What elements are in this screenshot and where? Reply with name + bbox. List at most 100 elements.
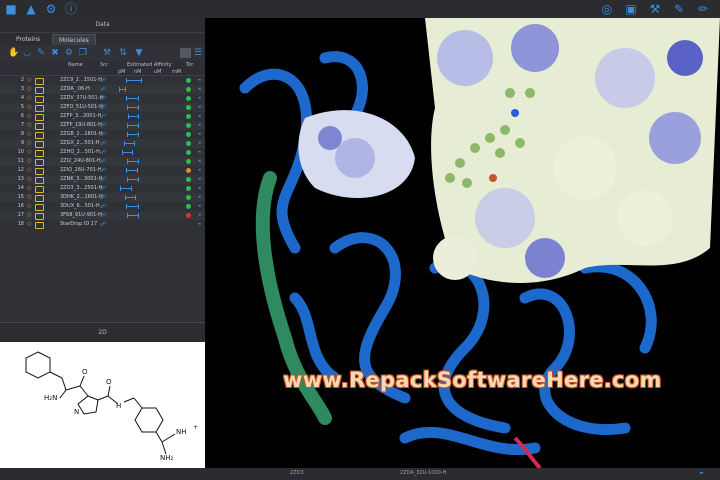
tab-proteins[interactable]: Proteins: [10, 34, 46, 45]
comment-icon[interactable]: [35, 168, 44, 175]
col-name[interactable]: Name: [68, 62, 83, 68]
comment-icon[interactable]: [35, 150, 44, 157]
hand-icon[interactable]: ✋: [8, 48, 19, 58]
comment-icon[interactable]: [35, 222, 44, 229]
col-affinity[interactable]: Estimated Affinity: [127, 62, 172, 68]
source-icon[interactable]: ☍: [100, 139, 106, 148]
star-icon[interactable]: ☆: [26, 139, 32, 148]
source-icon[interactable]: ☍: [100, 193, 106, 202]
col-tor[interactable]: Tor: [186, 62, 193, 68]
source-icon[interactable]: ☍: [100, 157, 106, 166]
table-row[interactable]: 12 ☆ 2ZIQ_26U-701-H ☍ ◂: [0, 166, 205, 175]
comment-icon[interactable]: [35, 141, 44, 148]
filter-icon[interactable]: ▼: [134, 48, 144, 58]
star-icon[interactable]: ☆: [26, 157, 32, 166]
comment-icon[interactable]: [35, 87, 44, 94]
table-row[interactable]: 18 ☆ StarDrop ID 17 ☍ ◂: [0, 220, 205, 229]
star-icon[interactable]: ☆: [26, 112, 32, 121]
table-row[interactable]: 14 ☆ 2ZO3_3...2501-H ☍ ◂: [0, 184, 205, 193]
comment-icon[interactable]: [35, 204, 44, 211]
source-icon[interactable]: ☍: [100, 121, 106, 130]
expand-row-icon[interactable]: ◂: [198, 85, 201, 94]
star-icon[interactable]: ☆: [26, 211, 32, 220]
source-icon[interactable]: ☍: [100, 76, 106, 85]
list-view-icon[interactable]: ☰: [193, 48, 203, 58]
expand-row-icon[interactable]: ◂: [198, 166, 201, 175]
source-icon[interactable]: ☍: [100, 94, 106, 103]
source-icon[interactable]: ☍: [100, 103, 106, 112]
comment-icon[interactable]: [35, 114, 44, 121]
flask-icon[interactable]: ◡: [22, 48, 32, 58]
source-icon[interactable]: ☍: [100, 211, 106, 220]
expand-row-icon[interactable]: ◂: [198, 148, 201, 157]
star-icon[interactable]: ☆: [26, 220, 32, 229]
star-icon[interactable]: ☆: [26, 148, 32, 157]
star-icon[interactable]: ☆: [26, 76, 32, 85]
source-icon[interactable]: ☍: [100, 220, 106, 229]
folder-icon[interactable]: ▲: [24, 2, 38, 16]
table-row[interactable]: 8 ☆ 2ZGB_2...1801-H ☍ ◂: [0, 130, 205, 139]
table-row[interactable]: 4 ☆ 2ZDV_37U-501-H ☍ ◂: [0, 94, 205, 103]
comment-icon[interactable]: [35, 195, 44, 202]
expand-row-icon[interactable]: ◂: [198, 220, 201, 229]
comment-icon[interactable]: [35, 213, 44, 220]
wrench-icon[interactable]: ⚒: [648, 2, 662, 16]
tools-icon[interactable]: ⚒: [102, 48, 112, 58]
comment-icon[interactable]: [35, 159, 44, 166]
star-icon[interactable]: ☆: [26, 103, 32, 112]
comment-icon[interactable]: [35, 186, 44, 193]
expand-row-icon[interactable]: ◂: [198, 139, 201, 148]
star-icon[interactable]: ☆: [26, 193, 32, 202]
protein-3d-viewer[interactable]: www.RepackSoftwareHere.com: [205, 18, 720, 468]
comment-icon[interactable]: [35, 123, 44, 130]
source-icon[interactable]: ☍: [100, 202, 106, 211]
star-icon[interactable]: ☆: [26, 121, 32, 130]
expand-icon[interactable]: ►: [700, 470, 704, 476]
table-row[interactable]: 15 ☆ 3DHK_2...1601-H ☍ ◂: [0, 193, 205, 202]
expand-row-icon[interactable]: ◂: [198, 211, 201, 220]
screen-icon[interactable]: ▣: [624, 2, 638, 16]
expand-row-icon[interactable]: ◂: [198, 184, 201, 193]
table-row[interactable]: 3 ☆ 2ZDA_.06-H ☍ ◂: [0, 85, 205, 94]
source-icon[interactable]: ☍: [100, 148, 106, 157]
star-icon[interactable]: ☆: [26, 85, 32, 94]
expand-row-icon[interactable]: ◂: [198, 76, 201, 85]
source-icon[interactable]: ☍: [100, 112, 106, 121]
sort-icon[interactable]: ⇅: [118, 48, 128, 58]
comment-icon[interactable]: [35, 78, 44, 85]
table-row[interactable]: 7 ☆ 2ZFP_19U-801-H ☍ ◂: [0, 121, 205, 130]
toggle-grid-icon[interactable]: [180, 48, 191, 58]
expand-row-icon[interactable]: ◂: [198, 94, 201, 103]
table-row[interactable]: 9 ☆ 2ZGX_2...501-H ☍ ◂: [0, 139, 205, 148]
expand-row-icon[interactable]: ◂: [198, 193, 201, 202]
edit-icon[interactable]: ✎: [36, 48, 46, 58]
table-row[interactable]: 13 ☆ 2ZNK_3...3001-H ☍ ◂: [0, 175, 205, 184]
target-icon[interactable]: ◎: [600, 2, 614, 16]
expand-row-icon[interactable]: ◂: [198, 157, 201, 166]
comment-icon[interactable]: [35, 177, 44, 184]
tools-icon[interactable]: ✎: [672, 2, 686, 16]
gear-icon[interactable]: ⚙: [44, 2, 58, 16]
expand-row-icon[interactable]: ◂: [198, 175, 201, 184]
star-icon[interactable]: ☆: [26, 130, 32, 139]
table-row[interactable]: 11 ☆ 2ZI2_24U-801-H ☍ ◂: [0, 157, 205, 166]
file-icon[interactable]: ■: [4, 2, 18, 16]
source-icon[interactable]: ☍: [100, 175, 106, 184]
settings-icon[interactable]: ⚙: [64, 48, 74, 58]
source-icon[interactable]: ☍: [100, 130, 106, 139]
comment-icon[interactable]: [35, 96, 44, 103]
source-icon[interactable]: ☍: [100, 166, 106, 175]
star-icon[interactable]: ☆: [26, 94, 32, 103]
comment-icon[interactable]: [35, 132, 44, 139]
star-icon[interactable]: ☆: [26, 202, 32, 211]
table-row[interactable]: 2 ☆ 2ZC9_2...1501-H ☍ ◂: [0, 76, 205, 85]
brush-icon[interactable]: ✏: [696, 2, 710, 16]
info-icon[interactable]: ⓘ: [64, 2, 78, 16]
star-icon[interactable]: ☆: [26, 166, 32, 175]
copy-icon[interactable]: ❐: [78, 48, 88, 58]
star-icon[interactable]: ☆: [26, 184, 32, 193]
table-row[interactable]: 17 ☆ 3F68_91U-901-H ☍ ◂: [0, 211, 205, 220]
source-icon[interactable]: ☍: [100, 85, 106, 94]
expand-row-icon[interactable]: ◂: [198, 121, 201, 130]
expand-row-icon[interactable]: ◂: [198, 112, 201, 121]
